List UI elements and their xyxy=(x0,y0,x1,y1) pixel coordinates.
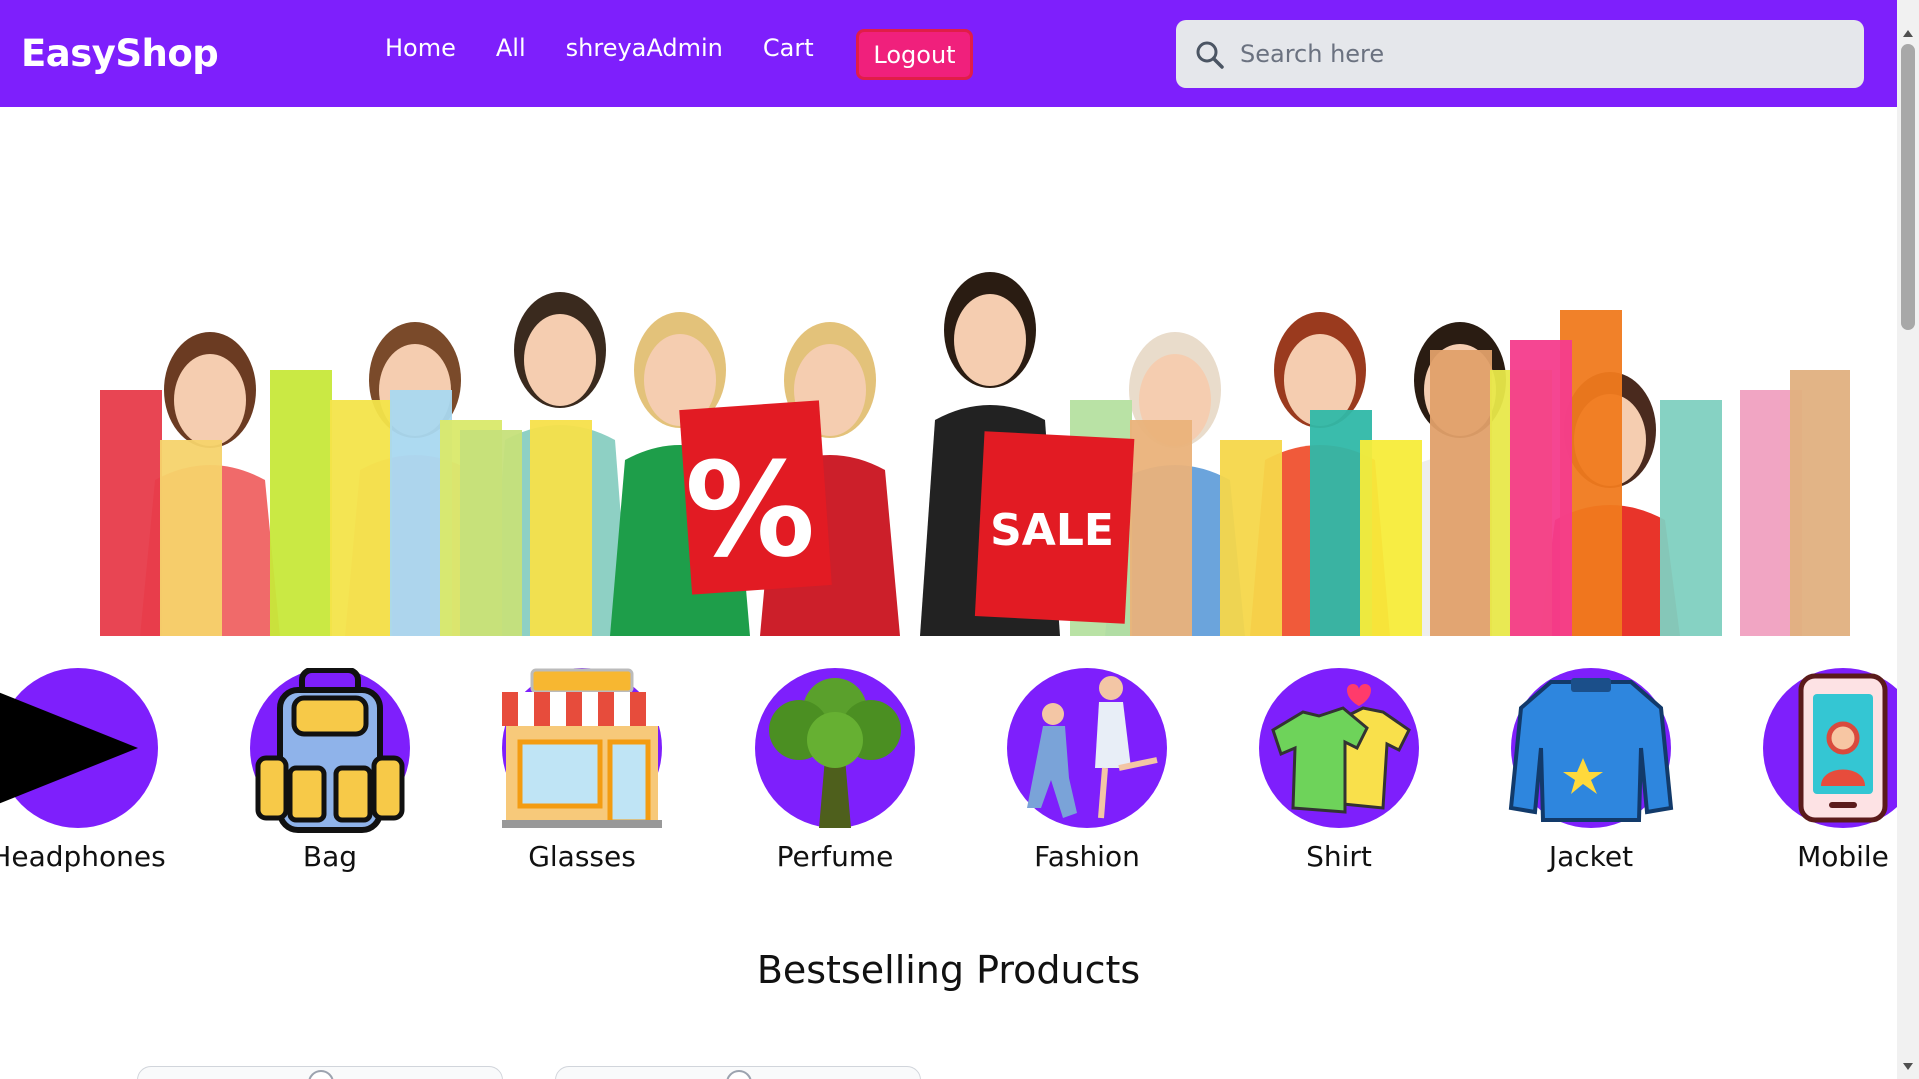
shopping-bag xyxy=(460,430,522,636)
logout-button[interactable]: Logout xyxy=(856,29,973,80)
search-bar xyxy=(1176,20,1864,88)
category-label: Perfume xyxy=(776,840,894,873)
hero-banner: % SALE xyxy=(60,190,1850,636)
search-input[interactable] xyxy=(1240,20,1840,88)
mobile-icon xyxy=(1798,673,1888,823)
product-card[interactable] xyxy=(555,1066,921,1079)
category-bag[interactable]: Bag xyxy=(205,668,455,873)
category-label: Fashion xyxy=(1034,840,1140,873)
brand-logo[interactable]: EasyShop xyxy=(21,32,219,75)
category-label: Headphones xyxy=(0,840,166,873)
shopping-bag xyxy=(1360,440,1422,636)
shopping-bag xyxy=(1220,440,1282,636)
shopping-bag xyxy=(160,440,222,636)
category-fashion[interactable]: Fashion xyxy=(962,668,1212,873)
nav-link-all[interactable]: All xyxy=(496,34,526,62)
category-label: Mobile xyxy=(1797,840,1889,873)
shopping-bag xyxy=(330,400,392,636)
nav-link-home[interactable]: Home xyxy=(385,34,456,62)
scroll-up-arrow[interactable] xyxy=(1903,30,1913,37)
category-label: Bag xyxy=(302,840,358,873)
sale-sign: SALE xyxy=(990,505,1114,556)
hero-image: % SALE xyxy=(60,190,1850,636)
shopping-bag xyxy=(1130,420,1192,636)
nav-links: Home All shreyaAdmin Cart xyxy=(385,34,854,62)
couple-icon xyxy=(1027,676,1158,819)
bestselling-title: Bestselling Products xyxy=(756,948,1141,992)
category-jacket[interactable]: Jacket xyxy=(1466,668,1716,873)
product-card[interactable] xyxy=(137,1066,503,1079)
store-icon xyxy=(502,668,662,828)
shopping-bag xyxy=(1790,370,1850,636)
shopping-bag xyxy=(1510,340,1572,636)
product-image-placeholder xyxy=(308,1070,334,1079)
category-glasses[interactable]: Glasses xyxy=(457,668,707,873)
scroll-thumb[interactable] xyxy=(1901,44,1915,330)
category-shirt[interactable]: Shirt xyxy=(1214,668,1464,873)
shopping-bag xyxy=(1660,400,1722,636)
scroll-down-arrow[interactable] xyxy=(1903,1063,1913,1070)
category-carousel: Headphones Bag Glasses Perfume Fashion S… xyxy=(0,668,1897,888)
scrollbar[interactable] xyxy=(1897,0,1919,1079)
nav-link-profile[interactable]: shreyaAdmin xyxy=(566,34,723,62)
shopping-bag xyxy=(270,370,332,636)
shopper-face xyxy=(954,294,1026,386)
search-icon xyxy=(1196,41,1224,69)
percent-bag: % xyxy=(679,400,832,595)
shopper-face xyxy=(524,314,596,406)
product-image-placeholder xyxy=(726,1070,752,1079)
tshirt-icon xyxy=(1271,684,1411,814)
category-mobile[interactable]: Mobile xyxy=(1718,668,1897,873)
sale-bag: SALE xyxy=(974,431,1135,624)
category-perfume[interactable]: Perfume xyxy=(710,668,960,873)
jacket-icon xyxy=(1508,678,1674,822)
category-label: Shirt xyxy=(1306,840,1372,873)
shopper-face xyxy=(174,354,246,446)
category-headphones[interactable]: Headphones xyxy=(0,668,203,873)
navbar: EasyShop Home All shreyaAdmin Cart Logou… xyxy=(0,0,1897,107)
percent-sign: % xyxy=(685,434,815,586)
shopping-bag xyxy=(1430,350,1492,636)
category-label: Jacket xyxy=(1548,840,1634,873)
play-icon xyxy=(0,692,138,804)
nav-link-cart[interactable]: Cart xyxy=(763,34,814,62)
shopping-bag xyxy=(100,390,162,636)
shopping-bag xyxy=(530,420,592,636)
tree-icon xyxy=(769,678,901,828)
backpack-icon xyxy=(255,668,405,833)
category-label: Glasses xyxy=(528,840,636,873)
